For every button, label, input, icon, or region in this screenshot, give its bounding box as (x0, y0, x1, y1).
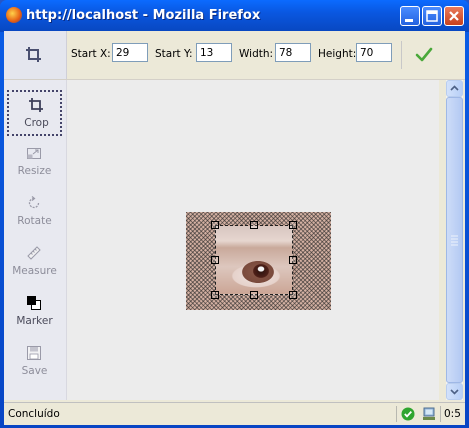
sidebar-item-label: Marker (16, 315, 53, 327)
toolbar-separator (401, 41, 402, 69)
height-input[interactable] (356, 43, 392, 62)
crop-handle-top-left[interactable] (211, 221, 219, 229)
close-button[interactable] (444, 6, 464, 26)
status-counter: 0:5 (444, 408, 461, 420)
start-x-label: Start X: (71, 48, 111, 60)
tool-sidebar: Crop Resize Rotate Measure Marker Save (4, 80, 67, 400)
sidebar-item-save[interactable]: Save (7, 340, 62, 386)
sidebar-item-label: Crop (24, 117, 49, 129)
crop-icon (26, 47, 41, 62)
sidebar-item-resize[interactable]: Resize (7, 140, 62, 186)
firefox-logo-icon (6, 7, 22, 23)
ruler-icon (27, 246, 41, 260)
scrollbar-thumb[interactable] (446, 97, 463, 383)
width-input[interactable] (275, 43, 311, 62)
sidebar-item-label: Measure (12, 265, 57, 277)
crop-handle-bottom[interactable] (250, 291, 258, 299)
scroll-down-button[interactable] (446, 383, 463, 400)
scroll-up-button[interactable] (446, 80, 463, 97)
crop-handle-bottom-right[interactable] (289, 291, 297, 299)
crop-handle-top-right[interactable] (289, 221, 297, 229)
maximize-icon (426, 10, 438, 22)
check-shield-icon[interactable] (401, 407, 415, 421)
chevron-up-icon (450, 85, 459, 91)
window-title: http://localhost - Mozilla Firefox (26, 8, 261, 23)
floppy-disk-icon (27, 346, 41, 360)
image-canvas[interactable] (67, 80, 439, 400)
sidebar-item-rotate[interactable]: Rotate (7, 190, 62, 236)
height-label: Height: (318, 48, 357, 60)
minimize-icon (405, 19, 413, 22)
sidebar-item-measure[interactable]: Measure (7, 240, 62, 286)
grip-icon (451, 235, 458, 246)
rotate-icon (28, 196, 40, 209)
width-label: Width: (239, 48, 274, 60)
status-separator (440, 406, 441, 422)
start-y-input[interactable] (196, 43, 232, 62)
status-separator (396, 406, 397, 422)
vertical-scrollbar[interactable] (446, 80, 463, 400)
crop-handle-right[interactable] (289, 256, 297, 264)
title-bar[interactable]: http://localhost - Mozilla Firefox (0, 0, 469, 32)
sidebar-item-label: Save (21, 365, 48, 377)
sidebar-item-marker[interactable]: Marker (7, 290, 62, 336)
minimize-button[interactable] (400, 6, 420, 26)
crop-toolbar: Start X: Start Y: Width: Height: (4, 31, 465, 80)
crop-handle-left[interactable] (211, 256, 219, 264)
status-bar: Concluído 0:5 (4, 402, 465, 425)
apply-crop-button[interactable] (415, 47, 433, 63)
sidebar-item-crop[interactable]: Crop (7, 90, 62, 136)
page-content: Start X: Start Y: Width: Height: Crop (4, 31, 465, 424)
start-x-input[interactable] (112, 43, 148, 62)
start-y-label: Start Y: (155, 48, 193, 60)
network-icon[interactable] (421, 406, 437, 422)
crop-handle-top[interactable] (250, 221, 258, 229)
sidebar-item-label: Rotate (17, 215, 52, 227)
chevron-down-icon (450, 389, 459, 395)
resize-icon (27, 148, 41, 159)
crop-selection[interactable] (215, 225, 293, 295)
crop-icon (29, 98, 43, 112)
crop-handle-bottom-left[interactable] (211, 291, 219, 299)
current-tool-indicator (4, 31, 67, 79)
sidebar-item-label: Resize (17, 165, 52, 177)
status-text: Concluído (8, 408, 60, 420)
browser-window: http://localhost - Mozilla Firefox Start… (0, 0, 469, 428)
close-icon (449, 11, 459, 21)
maximize-button[interactable] (422, 6, 442, 26)
color-swatch-icon (27, 296, 41, 310)
